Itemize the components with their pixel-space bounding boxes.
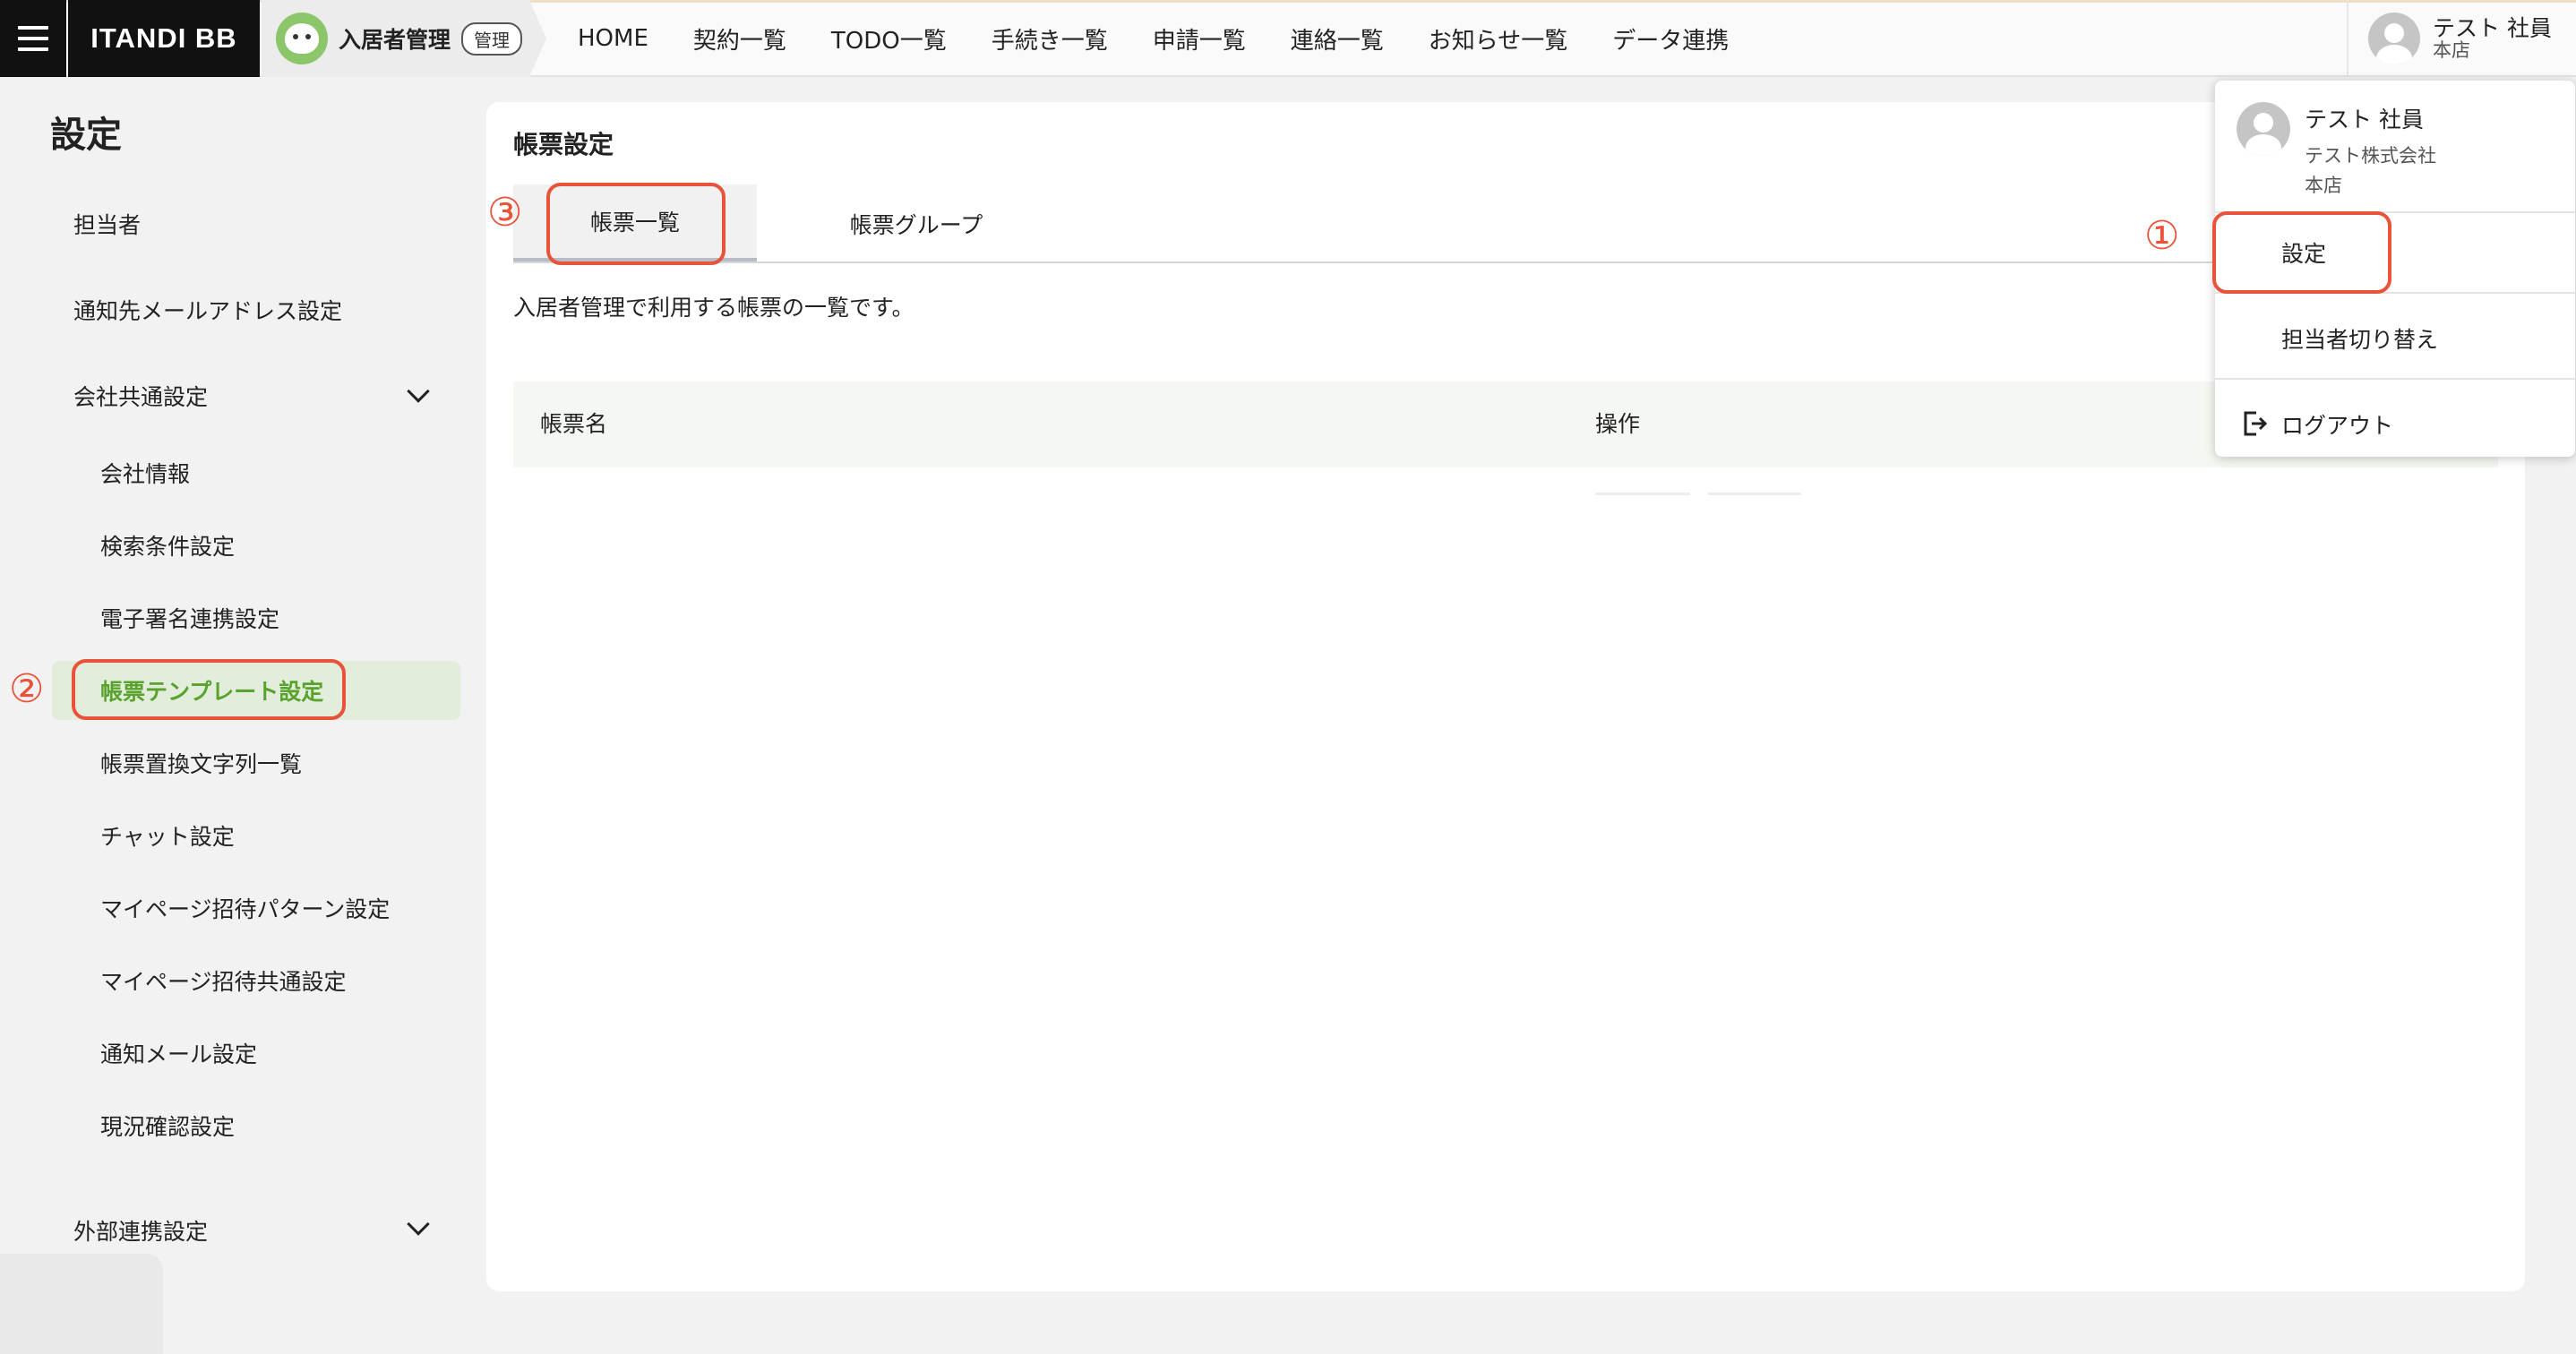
nav-todo[interactable]: TODO一覧 xyxy=(809,22,969,56)
nav-procedures[interactable]: 手続き一覧 xyxy=(969,22,1130,56)
global-nav: HOME 契約一覧 TODO一覧 手続き一覧 申請一覧 連絡一覧 お知らせ一覧 … xyxy=(555,0,1751,77)
sidebar-item-staff[interactable]: 担当者 xyxy=(73,208,141,240)
menu-icon[interactable] xyxy=(0,0,66,77)
sidebar-item-company-common[interactable]: 会社共通設定 xyxy=(73,380,208,412)
nav-contracts[interactable]: 契約一覧 xyxy=(671,22,809,56)
app-mascot-icon xyxy=(276,13,328,64)
column-header-form-name: 帳票名 xyxy=(540,411,608,437)
table-header: 帳票名 操作 xyxy=(513,381,2498,467)
sidebar-item-mypage-invite-pattern[interactable]: マイページ招待パターン設定 xyxy=(100,892,390,924)
page-description: 入居者管理で利用する帳票の一覧です。 xyxy=(513,295,914,321)
nav-notices[interactable]: お知らせ一覧 xyxy=(1406,22,1590,56)
user-menu-trigger[interactable]: テスト 社員 本店 xyxy=(2347,0,2576,77)
dropdown-company: テスト株式会社 xyxy=(2305,145,2436,167)
sidebar-item-company-info[interactable]: 会社情報 xyxy=(100,457,190,489)
brand-logo[interactable]: ITANDI BB xyxy=(68,0,260,77)
sidebar-item-status-check[interactable]: 現況確認設定 xyxy=(100,1110,235,1142)
dropdown-user-name: テスト 社員 xyxy=(2305,107,2424,133)
user-name: テスト 社員 xyxy=(2433,14,2552,41)
chevron-down-icon[interactable] xyxy=(407,380,430,403)
chevron-down-icon[interactable] xyxy=(407,1213,430,1236)
highlight-form-list-tab xyxy=(546,183,726,265)
highlight-settings xyxy=(2212,211,2391,294)
sidebar-item-external-link[interactable]: 外部連携設定 xyxy=(73,1214,208,1247)
top-header: ITANDI BB 入居者管理 管理 HOME 契約一覧 TODO一覧 手続き一… xyxy=(0,0,2576,77)
step-number-2: ② xyxy=(9,666,45,712)
dropdown-user-info: テスト 社員 テスト株式会社 本店 xyxy=(2237,102,2436,200)
sidebar-title: 設定 xyxy=(50,115,122,156)
menu-item-logout[interactable]: ログアウト xyxy=(2281,408,2393,441)
nav-home[interactable]: HOME xyxy=(555,25,671,52)
sidebar-item-chat[interactable]: チャット設定 xyxy=(100,819,235,852)
loading-placeholder xyxy=(1708,493,1801,495)
tab-form-group[interactable]: 帳票グループ xyxy=(782,184,1051,263)
dropdown-branch: 本店 xyxy=(2305,174,2342,196)
avatar-icon xyxy=(2237,102,2290,156)
highlight-form-template xyxy=(72,659,346,720)
nav-data-link[interactable]: データ連携 xyxy=(1590,22,1751,56)
step-number-3: ③ xyxy=(487,190,523,236)
sidebar-item-esignature[interactable]: 電子署名連携設定 xyxy=(100,602,279,634)
corner-widget xyxy=(0,1254,163,1354)
sidebar-item-mypage-invite-common[interactable]: マイページ招待共通設定 xyxy=(100,964,347,997)
app-switcher[interactable]: 入居者管理 管理 xyxy=(262,0,546,77)
app-name: 入居者管理 xyxy=(339,27,451,53)
sidebar-item-notify-mail[interactable]: 通知メール設定 xyxy=(100,1037,257,1069)
sidebar-item-search-conditions[interactable]: 検索条件設定 xyxy=(100,529,235,561)
app-badge: 管理 xyxy=(461,21,523,56)
sidebar-item-replace-strings[interactable]: 帳票置換文字列一覧 xyxy=(100,747,302,779)
column-header-actions: 操作 xyxy=(1595,411,1641,437)
page-title: 帳票設定 xyxy=(513,130,614,159)
avatar-icon xyxy=(2368,13,2420,64)
sidebar-item-notify-email[interactable]: 通知先メールアドレス設定 xyxy=(73,294,342,326)
nav-contacts[interactable]: 連絡一覧 xyxy=(1268,22,1406,56)
nav-applications[interactable]: 申請一覧 xyxy=(1130,22,1268,56)
user-branch: 本店 xyxy=(2433,39,2470,62)
logout-icon[interactable] xyxy=(2242,410,2267,437)
divider xyxy=(2215,378,2575,380)
loading-placeholder xyxy=(1595,493,1690,495)
step-number-1: ① xyxy=(2144,213,2180,259)
menu-item-switch-staff[interactable]: 担当者切り替え xyxy=(2281,322,2438,355)
